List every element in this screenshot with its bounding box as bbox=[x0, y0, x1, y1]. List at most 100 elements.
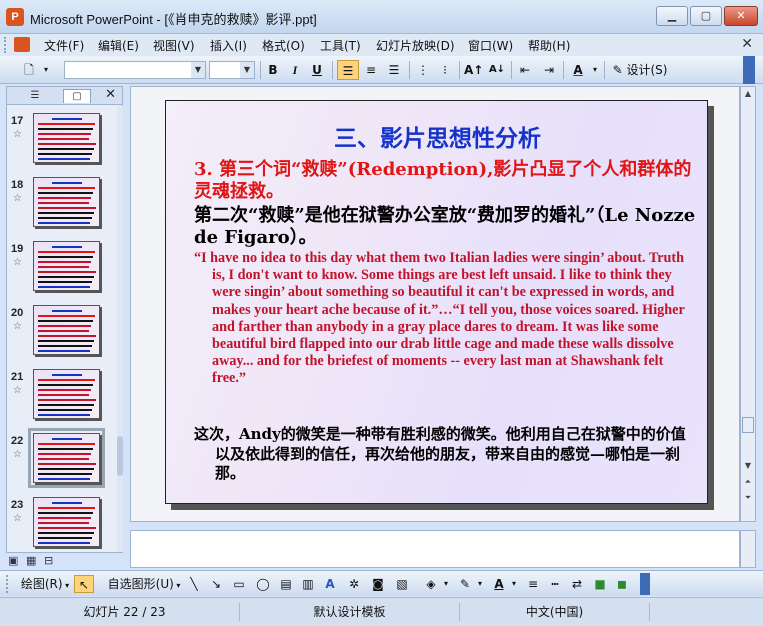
slide-thumbnail[interactable] bbox=[33, 113, 100, 163]
close-button[interactable]: ✕ bbox=[724, 6, 758, 26]
slideshow-view-icon[interactable]: ⊟ bbox=[44, 554, 53, 567]
slide-thumbnail[interactable] bbox=[33, 369, 100, 419]
design-button[interactable]: ✎ 设计(S) bbox=[608, 60, 672, 80]
line-icon[interactable]: ╲ bbox=[186, 575, 202, 593]
normal-view-icon[interactable]: ▣ bbox=[8, 554, 18, 567]
toolbar-options-icon[interactable] bbox=[743, 56, 755, 84]
minimize-button[interactable]: ▁ bbox=[656, 6, 688, 26]
picture-icon[interactable]: ▧ bbox=[394, 575, 410, 593]
line-color-icon[interactable]: ✎ bbox=[456, 575, 474, 593]
rectangle-icon[interactable]: ▭ bbox=[230, 575, 248, 593]
font-color-dropdown-icon[interactable]: ▾ bbox=[590, 60, 600, 80]
pane-close-icon[interactable]: ✕ bbox=[105, 87, 116, 102]
tab-outline[interactable]: ☰ bbox=[21, 89, 49, 103]
wordart-icon[interactable]: A bbox=[322, 575, 338, 593]
arrow-style-icon[interactable]: ⇄ bbox=[568, 575, 586, 593]
vertical-textbox-icon[interactable]: ▥ bbox=[300, 575, 316, 593]
slide-thumbnail-row[interactable]: 20 ☆ bbox=[7, 305, 110, 365]
slide-thumbnail-row[interactable]: 22 ☆ bbox=[7, 428, 110, 493]
slide-thumbnail-row[interactable]: 19 ☆ bbox=[7, 241, 110, 301]
underline-button[interactable]: U bbox=[308, 60, 326, 80]
decrease-font-icon[interactable]: A↓ bbox=[488, 60, 506, 80]
notes-scrollbar[interactable] bbox=[740, 530, 756, 568]
numbering-icon[interactable]: ⋮ bbox=[414, 60, 432, 80]
select-cursor-icon[interactable]: ↖ bbox=[74, 575, 94, 593]
bullets-icon[interactable]: ⁝ bbox=[436, 60, 454, 80]
scroll-down-icon[interactable]: ▼ bbox=[741, 459, 755, 473]
maximize-button[interactable]: ▢ bbox=[690, 6, 722, 26]
slide-thumbnail[interactable] bbox=[33, 497, 100, 547]
menu-window[interactable]: 窗口(W) bbox=[468, 37, 513, 54]
font-color-icon[interactable]: A bbox=[568, 60, 588, 80]
dash-style-icon[interactable]: ┅ bbox=[546, 575, 564, 593]
font-size-select[interactable]: ▼ bbox=[209, 61, 255, 79]
draw-menu-button[interactable]: 绘图(R) ▾ bbox=[18, 575, 72, 593]
3d-style-icon[interactable]: ◼ bbox=[614, 575, 630, 593]
slide-title[interactable]: 三、影片思想性分析 bbox=[166, 119, 707, 153]
scroll-thumb[interactable] bbox=[742, 417, 754, 433]
menu-slideshow[interactable]: 幻灯片放映(D) bbox=[376, 37, 455, 54]
document-close-icon[interactable]: ✕ bbox=[741, 36, 753, 52]
slide-point[interactable]: 3. 第三个词“救赎”(Redemption),影片凸显了个人和群体的灵魂拯救。 bbox=[194, 159, 694, 203]
arrow-icon[interactable]: ↘ bbox=[208, 575, 224, 593]
slide-thumbnail-row[interactable]: 23 ☆ bbox=[7, 497, 110, 557]
increase-indent-icon[interactable]: ⇥ bbox=[540, 60, 558, 80]
line-style-icon[interactable]: ≡ bbox=[524, 575, 542, 593]
next-slide-icon[interactable]: ⏷ bbox=[741, 491, 755, 505]
pane-scroll-thumb[interactable] bbox=[117, 436, 123, 476]
font-name-select[interactable]: ▼ bbox=[64, 61, 206, 79]
drawing-toolbar-options-icon[interactable] bbox=[640, 573, 650, 595]
slide-thumbnail[interactable] bbox=[33, 305, 100, 355]
slide-thumbnail-row[interactable]: 18 ☆ bbox=[7, 177, 110, 237]
menu-file[interactable]: 文件(F) bbox=[44, 37, 84, 54]
menu-help[interactable]: 帮助(H) bbox=[528, 37, 570, 54]
shadow-icon[interactable]: ■ bbox=[592, 575, 608, 593]
pane-scrollbar[interactable] bbox=[117, 106, 123, 552]
menu-view[interactable]: 视图(V) bbox=[153, 37, 195, 54]
textbox-icon[interactable]: ▤ bbox=[278, 575, 294, 593]
new-doc-dropdown-icon[interactable]: ▾ bbox=[40, 60, 52, 80]
align-center-button[interactable]: ≡ bbox=[361, 60, 381, 80]
menu-insert[interactable]: 插入(I) bbox=[210, 37, 247, 54]
thumbnail-text-line bbox=[38, 320, 93, 322]
prev-slide-icon[interactable]: ⏶ bbox=[741, 475, 755, 489]
increase-font-icon[interactable]: A↑ bbox=[464, 60, 483, 80]
fill-color-icon[interactable]: ◈ bbox=[422, 575, 440, 593]
scroll-up-icon[interactable]: ▲ bbox=[741, 87, 755, 101]
align-left-button[interactable]: ☰ bbox=[337, 60, 359, 80]
oval-icon[interactable]: ◯ bbox=[254, 575, 272, 593]
slide-thumbnail-row[interactable]: 17 ☆ bbox=[7, 113, 110, 173]
menu-edit[interactable]: 编辑(E) bbox=[98, 37, 139, 54]
slide-thumbnail[interactable] bbox=[33, 177, 100, 227]
draw-font-color-icon[interactable]: A bbox=[490, 575, 508, 593]
notes-pane[interactable] bbox=[130, 530, 740, 568]
new-doc-icon[interactable]: 🗋 bbox=[18, 60, 40, 80]
draw-font-color-dropdown-icon[interactable]: ▾ bbox=[510, 575, 518, 593]
slide-thumbnail-row[interactable]: 21 ☆ bbox=[7, 369, 110, 429]
menu-format[interactable]: 格式(O) bbox=[262, 37, 305, 54]
toolbar-grip[interactable] bbox=[6, 575, 10, 593]
slide-conclusion[interactable]: 这次，Andy的微笑是一种带有胜利感的微笑。他利用自己在狱警中的价值以及依此得到… bbox=[194, 425, 699, 484]
clipart-icon[interactable]: ◙ bbox=[370, 575, 386, 593]
autoshapes-button[interactable]: 自选图形(U) ▾ bbox=[104, 575, 184, 593]
bold-button[interactable]: B bbox=[264, 60, 282, 80]
slide-scrollbar[interactable]: ▲ ▼ ⏶ ⏷ bbox=[740, 86, 756, 522]
document-icon[interactable] bbox=[14, 37, 30, 52]
tab-slides[interactable]: ▢ bbox=[63, 89, 91, 103]
menu-tools[interactable]: 工具(T) bbox=[320, 37, 361, 54]
slide-note[interactable]: 第二次“救赎”是他在狱警办公室放“费加罗的婚礼”（Le Nozze de Fig… bbox=[194, 205, 704, 249]
slide-thumbnail[interactable] bbox=[33, 241, 100, 291]
slide-quote[interactable]: “I have no idea to this day what them tw… bbox=[194, 250, 699, 388]
italic-button[interactable]: I bbox=[286, 60, 304, 80]
thumbnail-text-line bbox=[38, 148, 94, 150]
slide-thumbnail[interactable] bbox=[28, 428, 105, 488]
slide-sorter-icon[interactable]: ▦ bbox=[26, 554, 36, 567]
align-right-button[interactable]: ☰ bbox=[384, 60, 404, 80]
line-color-dropdown-icon[interactable]: ▾ bbox=[476, 575, 484, 593]
toolbar-grip[interactable] bbox=[4, 37, 8, 53]
fill-color-dropdown-icon[interactable]: ▾ bbox=[442, 575, 450, 593]
decrease-indent-icon[interactable]: ⇤ bbox=[516, 60, 534, 80]
current-slide[interactable]: 三、影片思想性分析 3. 第三个词“救赎”(Redemption),影片凸显了个… bbox=[165, 100, 708, 504]
diagram-icon[interactable]: ✲ bbox=[346, 575, 362, 593]
design-template[interactable]: 默认设计模板 bbox=[240, 603, 460, 621]
